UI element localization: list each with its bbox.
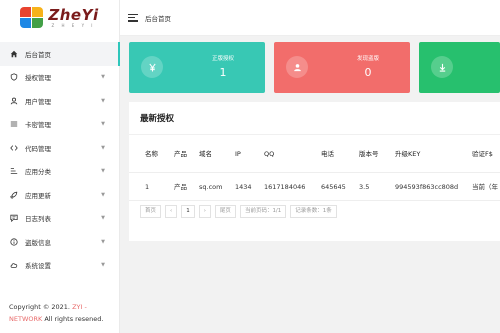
column-header: QQ bbox=[264, 150, 275, 158]
download-icon bbox=[431, 56, 453, 78]
chevron-down-icon: ▼ bbox=[101, 97, 105, 104]
copyright-suffix: All rights resened. bbox=[42, 315, 104, 323]
sidebar-item-users[interactable]: 用户管理 ▼ bbox=[0, 89, 119, 113]
table-cell: 1434 bbox=[235, 183, 252, 191]
table-cell: 1617184046 bbox=[264, 183, 306, 191]
sidebar: ZheYi Z H E Y I 后台首页 授权管理 ▼ 用户管理 ▼ 卡密管理 … bbox=[0, 0, 120, 333]
sort-icon bbox=[9, 167, 18, 176]
sidebar-item-logs[interactable]: 日志列表 ▼ bbox=[0, 207, 119, 231]
stat-card-licensed[interactable]: 正版授权 1 bbox=[129, 42, 265, 93]
column-header: 验证F$ bbox=[472, 150, 493, 158]
code-icon bbox=[9, 143, 18, 152]
sidebar-item-categories[interactable]: 应用分类 ▼ bbox=[0, 160, 119, 184]
sidebar-item-label: 卡密管理 bbox=[25, 121, 51, 130]
chevron-down-icon: ▼ bbox=[101, 238, 105, 245]
sidebar-item-label: 系统设置 bbox=[25, 262, 51, 271]
chevron-down-icon: ▼ bbox=[101, 168, 105, 175]
pager-page-1[interactable]: 1 bbox=[181, 205, 195, 218]
pager-prev-button[interactable]: ‹ bbox=[165, 205, 178, 218]
stat-card-downloads[interactable] bbox=[419, 42, 500, 93]
copyright-brand-link-2[interactable]: NETWORK bbox=[9, 315, 42, 323]
sidebar-item-code[interactable]: 代码管理 ▼ bbox=[0, 136, 119, 160]
copyright-brand-link[interactable]: ZYI - bbox=[72, 303, 87, 311]
chevron-down-icon: ▼ bbox=[101, 191, 105, 198]
sidebar-item-license[interactable]: 授权管理 ▼ bbox=[0, 66, 119, 90]
sidebar-item-label: 代码管理 bbox=[25, 144, 51, 153]
pager-first-button[interactable]: 首页 bbox=[140, 205, 162, 218]
stat-card-value: 0 bbox=[364, 66, 372, 79]
pager-next-button[interactable]: › bbox=[198, 205, 211, 218]
column-header: 域名 bbox=[199, 150, 212, 158]
pagination: 首页 ‹ 1 › 尾页 当前页码：1/1 记录条数：1条 bbox=[140, 205, 337, 218]
table-cell: 645645 bbox=[321, 183, 346, 191]
pager-current-page: 当前页码：1/1 bbox=[239, 205, 287, 218]
stat-cards: 正版授权 1 发现盗版 0 bbox=[129, 42, 500, 93]
table-cell: 994593f863cc808d bbox=[395, 183, 459, 191]
latest-license-panel: 最新授权 名称 产品 域名 IP QQ 电话 版本号 升级KEY 验证F$ 1 … bbox=[129, 102, 500, 241]
logo[interactable]: ZheYi Z H E Y I bbox=[0, 0, 119, 36]
table-cell: 1 bbox=[145, 183, 150, 191]
table-cell: 当前（年 bbox=[472, 183, 498, 191]
sidebar-item-label: 后台首页 bbox=[25, 50, 51, 59]
chevron-down-icon: ▼ bbox=[101, 74, 105, 81]
table-cell: sq.com bbox=[199, 183, 223, 191]
table-header-row: 名称 产品 域名 IP QQ 电话 版本号 升级KEY 验证F$ bbox=[129, 135, 500, 173]
sidebar-item-updates[interactable]: 应用更新 ▼ bbox=[0, 183, 119, 207]
menu-toggle-icon[interactable] bbox=[128, 13, 138, 22]
list-icon bbox=[9, 120, 18, 129]
license-table: 名称 产品 域名 IP QQ 电话 版本号 升级KEY 验证F$ 1 产品 sq… bbox=[129, 135, 500, 201]
stat-card-label: 正版授权 bbox=[211, 56, 234, 62]
rocket-icon bbox=[9, 190, 18, 199]
column-header: 电话 bbox=[321, 150, 334, 158]
user-icon bbox=[9, 96, 18, 105]
sidebar-item-label: 授权管理 bbox=[25, 74, 51, 83]
cloud-icon bbox=[9, 261, 18, 270]
pager-last-button[interactable]: 尾页 bbox=[214, 205, 236, 218]
chevron-down-icon: ▼ bbox=[101, 215, 105, 222]
panel-title: 最新授权 bbox=[129, 102, 500, 135]
column-header: 版本号 bbox=[359, 150, 379, 158]
yen-icon bbox=[141, 56, 163, 78]
user-icon bbox=[286, 56, 308, 78]
copyright-footer: Copyright © 2021. ZYI - NETWORK All right… bbox=[9, 301, 119, 325]
sidebar-item-dashboard[interactable]: 后台首页 bbox=[0, 42, 120, 66]
brand-logo-mark bbox=[20, 7, 44, 29]
column-header: IP bbox=[235, 150, 241, 158]
column-header: 名称 bbox=[145, 150, 158, 158]
sidebar-item-cards[interactable]: 卡密管理 ▼ bbox=[0, 113, 119, 137]
sidebar-item-label: 应用更新 bbox=[25, 191, 51, 200]
home-icon bbox=[9, 49, 18, 58]
sidebar-item-settings[interactable]: 系统设置 ▼ bbox=[0, 254, 119, 278]
chevron-down-icon: ▼ bbox=[101, 144, 105, 151]
sidebar-menu: 后台首页 授权管理 ▼ 用户管理 ▼ 卡密管理 ▼ 代码管理 ▼ 应用分类 ▼ … bbox=[0, 42, 120, 278]
sidebar-item-piracy[interactable]: 盗版信息 ▼ bbox=[0, 230, 119, 254]
table-row[interactable]: 1 产品 sq.com 1434 1617184046 645645 3.5 9… bbox=[129, 173, 500, 201]
shield-icon bbox=[9, 73, 18, 82]
chevron-down-icon: ▼ bbox=[101, 262, 105, 269]
pager-record-count: 记录条数：1条 bbox=[290, 205, 337, 218]
sidebar-item-label: 盗版信息 bbox=[25, 238, 51, 247]
chevron-down-icon: ▼ bbox=[101, 121, 105, 128]
column-header: 升级KEY bbox=[395, 150, 421, 158]
page-title: 后台首页 bbox=[145, 14, 171, 23]
sidebar-item-label: 用户管理 bbox=[25, 97, 51, 106]
chat-icon bbox=[9, 214, 18, 223]
column-header: 产品 bbox=[174, 150, 187, 158]
table-cell: 产品 bbox=[174, 183, 187, 191]
brand-subtitle: Z H E Y I bbox=[51, 23, 96, 28]
brand-name: ZheYi bbox=[48, 6, 99, 24]
top-bar: 后台首页 bbox=[120, 0, 500, 36]
copyright-prefix: Copyright © 2021. bbox=[9, 303, 73, 311]
stat-card-value: 1 bbox=[219, 66, 227, 79]
sidebar-item-label: 日志列表 bbox=[25, 215, 51, 224]
table-cell: 3.5 bbox=[359, 183, 370, 191]
info-icon bbox=[9, 237, 18, 246]
stat-card-label: 发现盗版 bbox=[356, 56, 379, 62]
stat-card-piracy[interactable]: 发现盗版 0 bbox=[274, 42, 410, 93]
sidebar-item-label: 应用分类 bbox=[25, 168, 51, 177]
